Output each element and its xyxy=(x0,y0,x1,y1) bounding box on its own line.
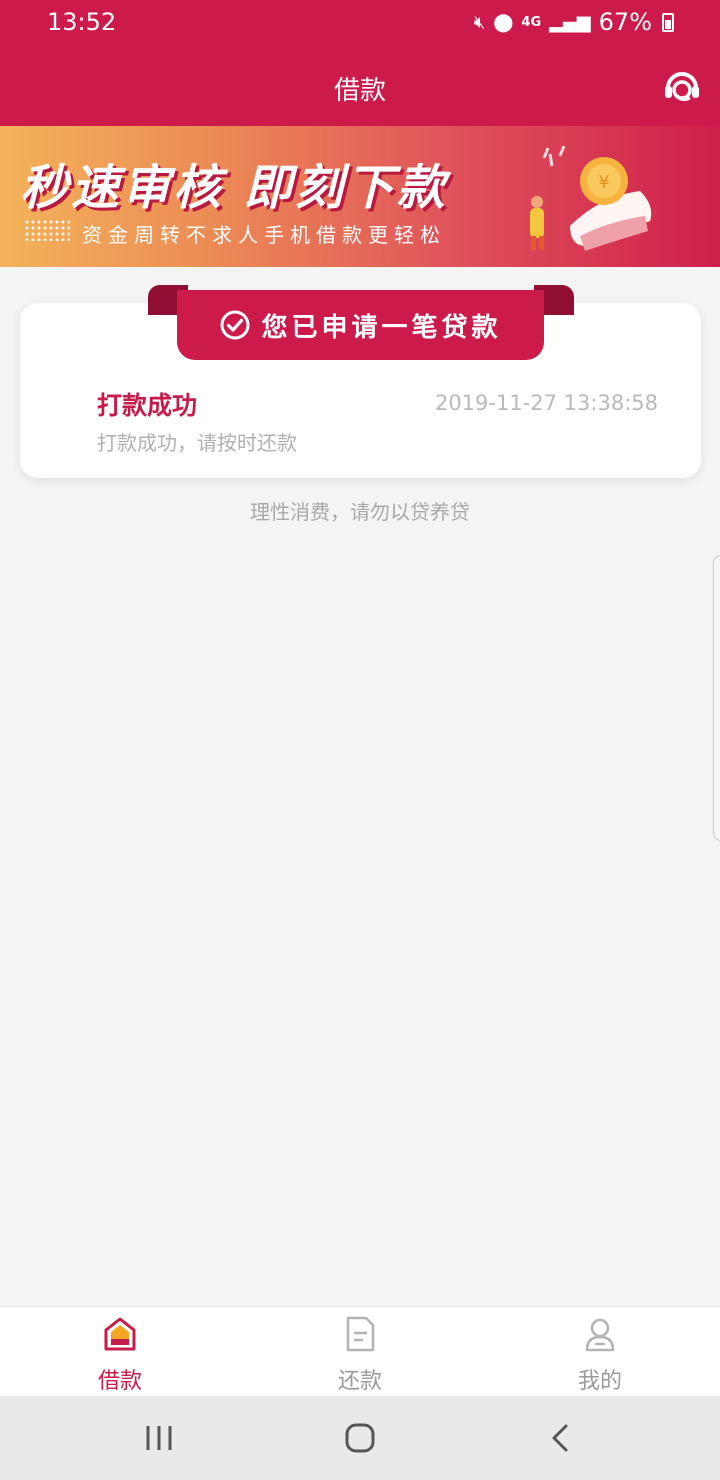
house-icon xyxy=(104,1317,136,1351)
coin-illustration-icon: ¥ xyxy=(530,145,652,251)
page-title: 借款 xyxy=(333,76,386,106)
person-icon xyxy=(585,1318,615,1352)
dot-pattern xyxy=(24,219,70,241)
loan-status-title: 打款成功 xyxy=(97,391,198,420)
battery-icon xyxy=(662,12,674,32)
location-icon: ⬤ xyxy=(493,11,514,33)
document-icon xyxy=(346,1316,375,1352)
battery-percent: 67% xyxy=(598,8,652,36)
bottom-tab-bar: 借款 还款 我的 xyxy=(0,1306,720,1396)
svg-text:¥: ¥ xyxy=(598,172,609,193)
application-ribbon: 您已申请一笔贷款 xyxy=(177,290,544,360)
edge-panel-handle[interactable] xyxy=(713,555,720,841)
tab-label-mine: 我的 xyxy=(577,1369,622,1394)
promo-banner[interactable]: 秒速审核 即刻下款 资金周转不求人手机借款更轻松 ¥ xyxy=(0,126,720,267)
status-time: 13:52 xyxy=(47,8,117,36)
system-navigation-bar xyxy=(0,1396,720,1480)
banner-headline: 秒速审核 即刻下款 xyxy=(20,160,448,216)
check-circle-icon xyxy=(220,310,250,340)
tab-repay[interactable]: 还款 xyxy=(240,1307,480,1396)
recent-apps-icon[interactable] xyxy=(139,1418,179,1458)
tab-borrow[interactable]: 借款 xyxy=(0,1307,240,1396)
loan-status-description: 打款成功，请按时还款 xyxy=(97,431,297,455)
mute-icon: 🔇︎ xyxy=(473,11,486,33)
network-label: 4G xyxy=(521,14,542,30)
signal-icon: ▂▄▆ xyxy=(549,11,591,33)
headset-icon[interactable] xyxy=(662,66,702,106)
status-bar: 13:52 🔇︎ ⬤ 4G ▂▄▆ 67% xyxy=(0,0,720,44)
home-icon[interactable] xyxy=(340,1418,380,1458)
tab-label-borrow: 借款 xyxy=(97,1369,142,1394)
ribbon-label: 您已申请一笔贷款 xyxy=(261,312,502,343)
app-header: 借款 xyxy=(0,44,720,126)
banner-subline: 资金周转不求人手机借款更轻松 xyxy=(82,223,446,247)
tab-label-repay: 还款 xyxy=(337,1369,382,1394)
tab-mine[interactable]: 我的 xyxy=(480,1307,720,1396)
status-icons: 🔇︎ ⬤ 4G ▂▄▆ 67% xyxy=(474,8,674,36)
responsible-borrowing-hint: 理性消费，请勿以贷养贷 xyxy=(250,500,470,524)
back-icon[interactable] xyxy=(541,1418,581,1458)
loan-status-timestamp: 2019-11-27 13:38:58 xyxy=(434,391,658,415)
